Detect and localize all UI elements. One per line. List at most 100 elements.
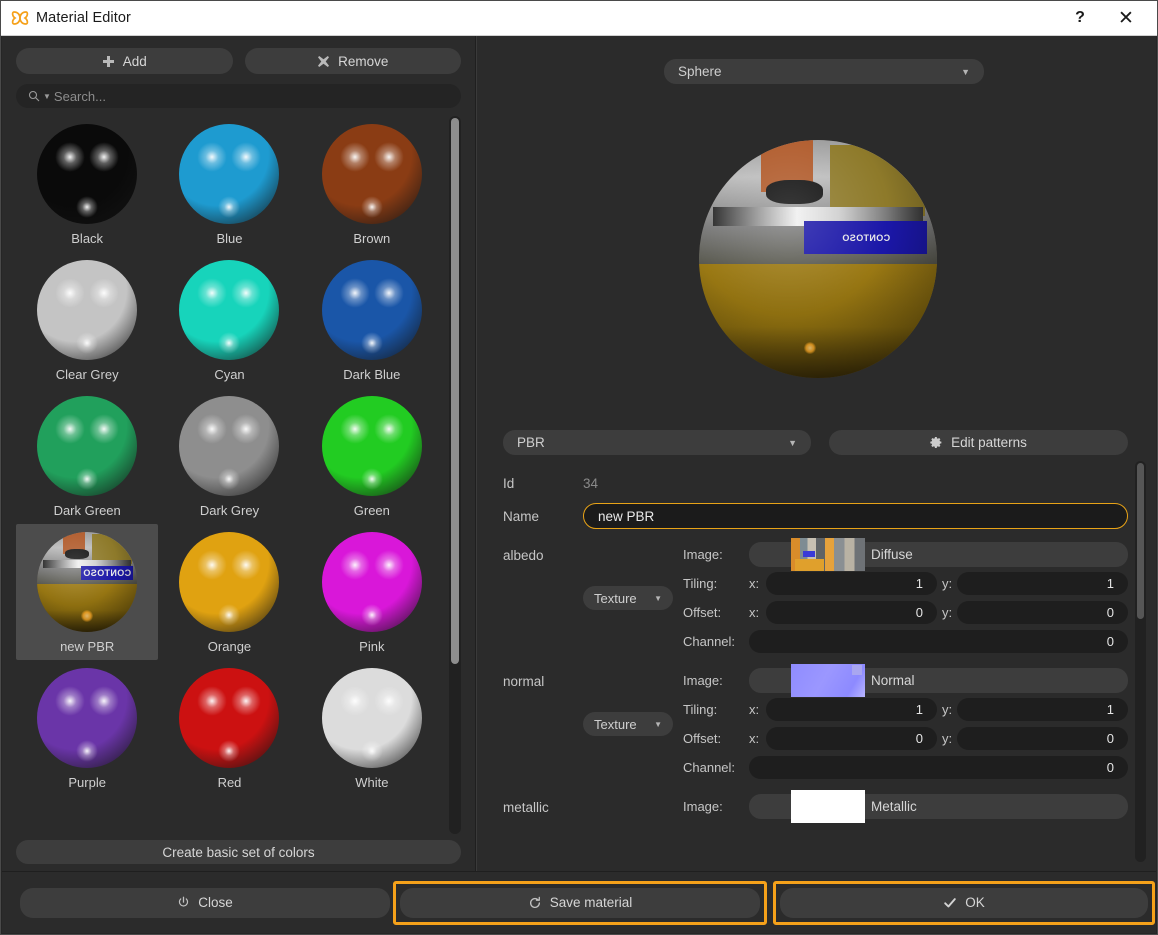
id-label: Id <box>503 475 515 491</box>
chevron-down-icon: ▼ <box>654 593 662 603</box>
close-button-wrap: Close <box>12 887 390 918</box>
save-material-button[interactable]: Save material <box>400 887 760 918</box>
edit-patterns-button[interactable]: Edit patterns <box>829 430 1128 455</box>
material-swatch[interactable]: Green <box>301 388 443 524</box>
search-input[interactable]: ▼ Search... <box>16 84 461 108</box>
material-type-row: PBR ▼ Edit patterns <box>503 430 1128 455</box>
channel-source-select[interactable]: Texture ▼ <box>583 586 673 610</box>
highlight-right <box>373 550 404 580</box>
tiling-row: Tiling: x: 1 y: 1 <box>683 697 1128 722</box>
highlight-bottom <box>76 196 99 218</box>
image-picker[interactable]: Normal <box>749 664 1128 697</box>
material-thumbnail <box>321 260 422 360</box>
refresh-icon <box>528 896 542 910</box>
image-label: Image: <box>683 799 723 814</box>
highlight-bottom <box>218 740 241 762</box>
channel-field[interactable]: 0 <box>749 630 1128 653</box>
material-swatch-label: Dark Blue <box>343 367 401 382</box>
highlight-right <box>231 142 262 172</box>
channel-fields: Image: Diffuse Tiling: x: 1 y: 1 Offset: x: 0 y: 0 C… <box>683 538 1128 654</box>
close-button[interactable]: Close <box>20 887 390 918</box>
ok-button[interactable]: OK <box>780 887 1148 918</box>
id-row: Id 34 <box>503 468 1128 498</box>
highlight-right <box>231 414 262 444</box>
image-label: Image: <box>683 547 723 562</box>
channel-section: albedo Texture ▼ Image: Diffuse Tiling: x: 1 y: 1… <box>503 538 1128 660</box>
material-swatch[interactable]: Black <box>16 116 158 252</box>
highlight-bottom <box>360 468 383 490</box>
preview-sphere[interactable]: CONTOSO <box>699 140 937 378</box>
tiling-y-field[interactable]: 1 <box>957 572 1128 595</box>
channel-name: normal <box>503 674 545 689</box>
material-thumbnail <box>321 668 422 768</box>
highlight-left <box>339 550 370 580</box>
name-field[interactable] <box>583 503 1128 529</box>
tiling-x-field[interactable]: 1 <box>766 572 937 595</box>
tiling-y-label: y: <box>942 576 953 591</box>
material-editor-window: Material Editor ? ✕ Add Remove ▼ Search.… <box>0 0 1158 935</box>
material-thumbnail <box>321 396 422 496</box>
material-list-scrollbar[interactable] <box>449 116 461 834</box>
preview-shape-select[interactable]: Sphere ▼ <box>664 59 984 84</box>
material-swatch[interactable]: Dark Green <box>16 388 158 524</box>
channel-sections: albedo Texture ▼ Image: Diffuse Tiling: x: 1 y: 1… <box>503 538 1128 840</box>
material-thumbnail <box>179 532 280 632</box>
material-swatch[interactable]: Purple <box>16 660 158 796</box>
material-swatch-label: Green <box>353 503 390 518</box>
material-swatch[interactable]: Red <box>158 660 300 796</box>
create-basic-set-button[interactable]: Create basic set of colors <box>16 840 461 864</box>
offset-y-field[interactable]: 0 <box>957 727 1128 750</box>
title-bar: Material Editor ? ✕ <box>1 1 1157 36</box>
material-swatch[interactable]: Dark Grey <box>158 388 300 524</box>
scrollbar-thumb[interactable] <box>1137 463 1144 620</box>
highlight-bottom <box>218 468 241 490</box>
close-window-button[interactable]: ✕ <box>1103 1 1149 35</box>
channel-name: metallic <box>503 800 549 815</box>
highlight-left <box>197 142 228 172</box>
image-picker[interactable]: Metallic <box>749 790 1128 823</box>
material-swatch[interactable]: Cyan <box>158 252 300 388</box>
highlight-left <box>339 686 370 716</box>
tiling-label: Tiling: <box>683 576 718 591</box>
image-row: Image: Metallic <box>683 790 1128 823</box>
remove-material-button[interactable]: Remove <box>244 48 461 74</box>
material-swatch[interactable]: Clear Grey <box>16 252 158 388</box>
material-preview[interactable]: CONTOSO <box>480 94 1156 424</box>
material-swatch[interactable]: White <box>301 660 443 796</box>
offset-y-field[interactable]: 0 <box>957 601 1128 624</box>
material-swatch[interactable]: CONTOSO new PBR <box>16 524 159 660</box>
dialog-footer: Close Save material OK <box>2 871 1156 933</box>
highlight-right <box>89 278 120 308</box>
material-thumbnail <box>37 668 138 768</box>
editor-body: Add Remove ▼ Search... Black Blue Brown … <box>2 36 1156 872</box>
material-swatch-label: Pink <box>359 639 385 654</box>
tiling-x-field[interactable]: 1 <box>766 698 937 721</box>
properties-scrollbar[interactable] <box>1135 461 1146 862</box>
material-swatch-label: Cyan <box>214 367 245 382</box>
image-name: Metallic <box>871 799 917 814</box>
channel-label: Channel: <box>683 760 736 775</box>
channel-field[interactable]: 0 <box>749 756 1128 779</box>
image-picker[interactable]: Diffuse <box>749 538 1128 571</box>
material-swatch[interactable]: Brown <box>301 116 443 252</box>
offset-x-field[interactable]: 0 <box>766 727 937 750</box>
material-swatch[interactable]: Orange <box>158 524 300 660</box>
material-type-select[interactable]: PBR ▼ <box>503 430 811 455</box>
material-swatch[interactable]: Dark Blue <box>301 252 443 388</box>
material-swatch-label: White <box>355 775 389 790</box>
offset-x-field[interactable]: 0 <box>766 601 937 624</box>
material-swatch-label: Clear Grey <box>55 367 119 382</box>
help-button[interactable]: ? <box>1057 1 1103 35</box>
add-material-button[interactable]: Add <box>16 48 233 74</box>
highlight-bottom <box>76 332 99 354</box>
scrollbar-thumb[interactable] <box>451 118 459 664</box>
tiling-x-label: x: <box>749 576 760 591</box>
tiling-y-field[interactable]: 1 <box>957 698 1128 721</box>
chevron-down-icon: ▼ <box>654 719 662 729</box>
material-swatch[interactable]: Blue <box>158 116 300 252</box>
channel-source-select[interactable]: Texture ▼ <box>583 712 673 736</box>
chevron-down-icon[interactable]: ▼ <box>43 92 51 101</box>
material-swatch[interactable]: Pink <box>301 524 443 660</box>
normal-map-thumbnail <box>791 664 865 697</box>
image-row: Image: Diffuse <box>683 538 1128 571</box>
